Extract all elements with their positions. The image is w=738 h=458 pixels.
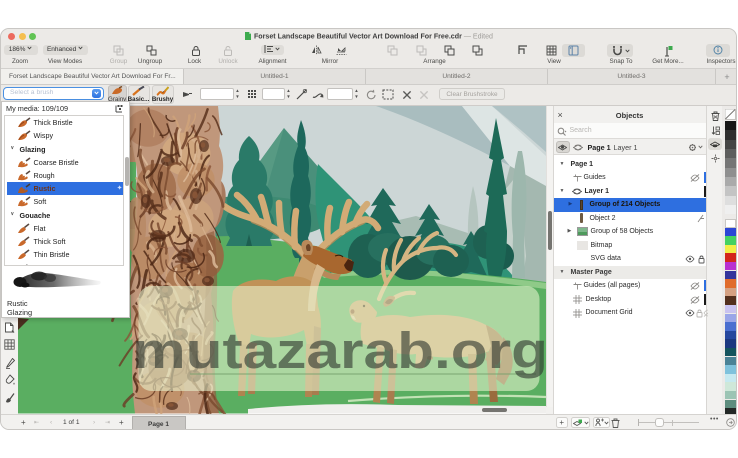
svg-text:mutazarab.org: mutazarab.org bbox=[132, 322, 546, 379]
